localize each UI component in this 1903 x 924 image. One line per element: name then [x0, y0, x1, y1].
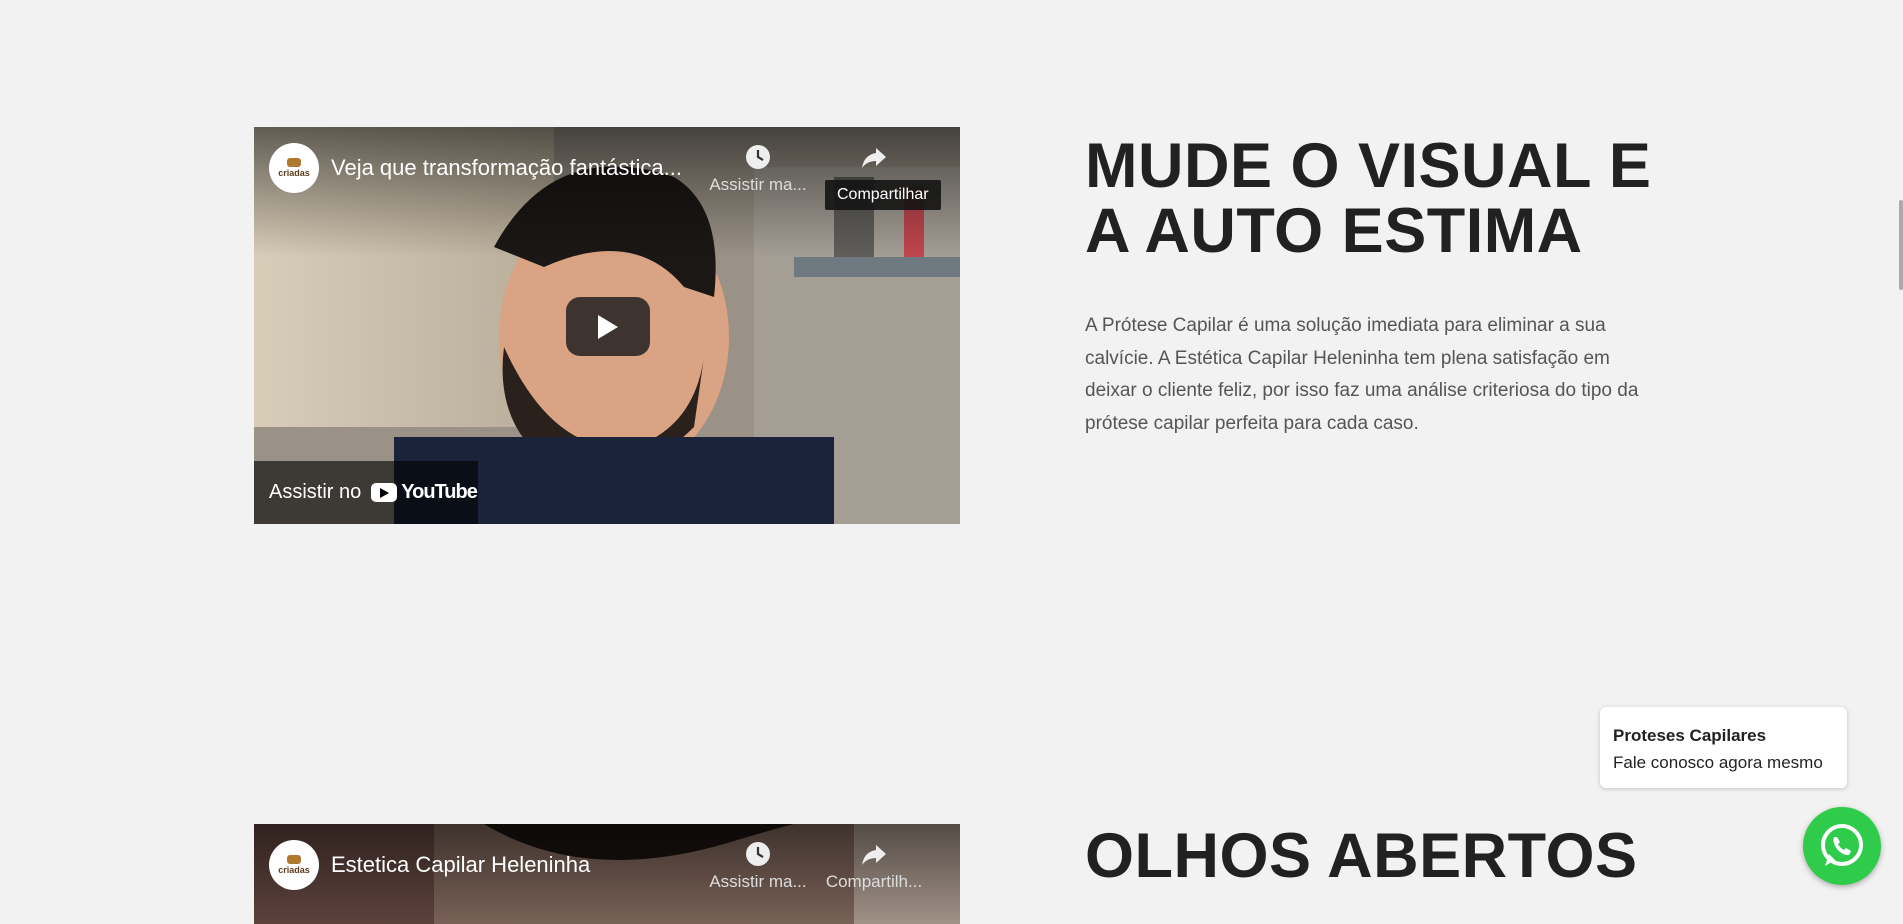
clock-icon	[746, 842, 770, 866]
watch-on-youtube-button[interactable]: Assistir no YouTube	[254, 461, 478, 524]
channel-logo[interactable]: criadas	[269, 143, 319, 193]
section-heading-2: OLHOS ABERTOS	[1085, 824, 1638, 889]
heading-line-1: OLHOS ABERTOS	[1085, 821, 1638, 891]
chat-popup[interactable]: Proteses Capilares Fale conosco agora me…	[1600, 707, 1847, 788]
heading-line-1: MUDE O VISUAL E	[1085, 131, 1652, 201]
chat-name: Proteses Capilares	[1613, 726, 1767, 745]
share-button[interactable]	[819, 143, 929, 171]
heading-line-2: A AUTO ESTIMA	[1085, 196, 1583, 266]
watch-later-label: Assistir ma...	[709, 175, 807, 194]
share-tooltip: Compartilhar	[825, 180, 941, 210]
share-button-2[interactable]: Compartilh...	[819, 840, 929, 892]
video-player-1[interactable]: criadas Veja que transformação fantástic…	[254, 127, 960, 524]
video-title-2[interactable]: Estetica Capilar Heleninha	[331, 852, 701, 878]
watch-later-button[interactable]: Assistir ma...	[709, 143, 807, 195]
section-paragraph-1: A Prótese Capilar é uma solução imediata…	[1085, 315, 1639, 434]
section-heading-1: MUDE O VISUAL E A AUTO ESTIMA	[1085, 134, 1651, 264]
clock-icon	[746, 145, 770, 169]
watch-later-button-2[interactable]: Assistir ma...	[709, 840, 807, 892]
content-section-1: criadas Veja que transformação fantástic…	[0, 0, 1903, 600]
play-icon	[598, 314, 618, 339]
video-player-2[interactable]: criadas Estetica Capilar Heleninha Assis…	[254, 824, 960, 924]
chat-message: Fale conosco agora mesmo	[1613, 753, 1823, 772]
youtube-label: YouTube	[401, 481, 478, 503]
watch-later-label-2: Assistir ma...	[709, 872, 807, 891]
channel-logo-2[interactable]: criadas	[269, 840, 319, 890]
whatsapp-button[interactable]	[1803, 807, 1881, 885]
share-icon	[862, 148, 886, 168]
channel-logo-text-2: criadas	[278, 865, 310, 875]
scrollbar-thumb[interactable]	[1899, 200, 1903, 290]
share-label-2: Compartilh...	[825, 872, 923, 891]
whatsapp-icon	[1821, 824, 1863, 866]
channel-logo-text: criadas	[278, 168, 310, 178]
play-button[interactable]	[566, 297, 650, 356]
youtube-logo: YouTube	[371, 481, 478, 504]
share-icon	[862, 845, 886, 865]
video-title[interactable]: Veja que transformação fantástica...	[331, 155, 701, 181]
watch-on-label: Assistir no	[269, 481, 362, 503]
youtube-icon	[371, 483, 398, 502]
